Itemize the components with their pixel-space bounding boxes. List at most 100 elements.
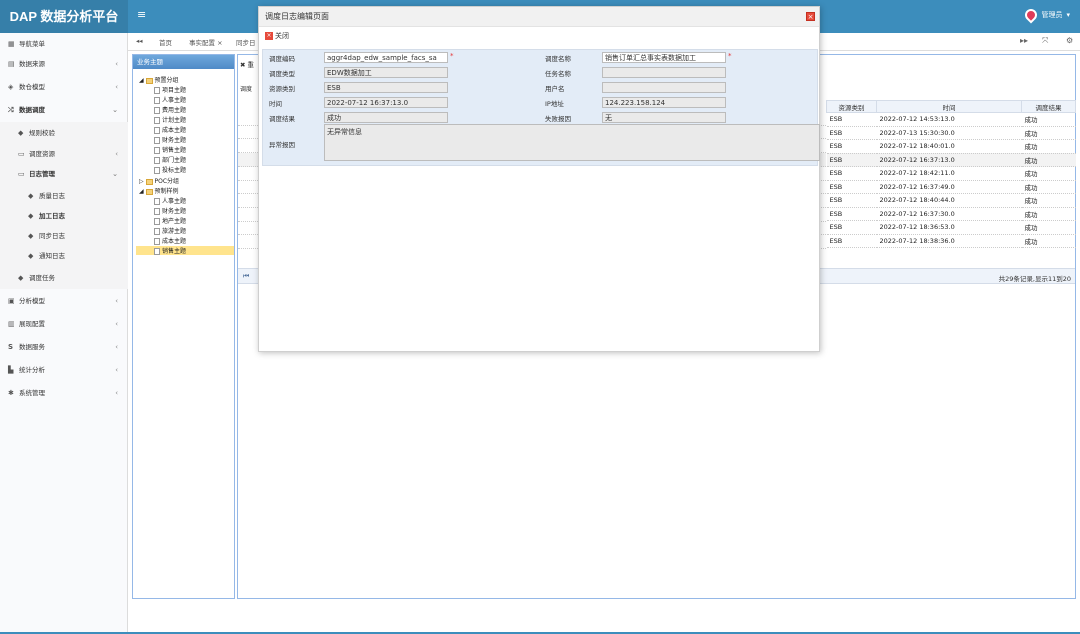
bar-chart-icon: ▙: [8, 366, 14, 374]
folder-icon: [145, 188, 153, 195]
table-row[interactable]: ESB 2022-07-12 14:53:13.0 成功: [826, 112, 1076, 127]
sidebar-item-log-management[interactable]: ▭ 日志管理 ⌄: [0, 163, 128, 185]
tree-node-label: 地产主题: [162, 218, 187, 225]
sidebar-item-data-source[interactable]: ▤ 数据来源 ‹: [0, 53, 128, 75]
table-row[interactable]: ESB 2022-07-12 18:36:53.0 成功: [826, 220, 1076, 235]
result-field[interactable]: 成功: [324, 112, 448, 123]
cell-time: 2022-07-13 15:30:30.0: [876, 126, 1022, 140]
sidebar-item-notify-log[interactable]: ◆ 通知日志: [0, 245, 128, 267]
task-field[interactable]: [602, 67, 726, 78]
tree-node-label: 财务主题: [162, 137, 187, 144]
sidebar-item-system[interactable]: ✱ 系统管理 ‹: [0, 382, 128, 404]
column-header[interactable]: 调度结果: [1021, 100, 1076, 113]
tree-node[interactable]: 财务主题: [154, 135, 186, 144]
sidebar-item-sync-log[interactable]: ◆ 同步日志: [0, 225, 128, 247]
fail-reason-field[interactable]: 无: [602, 112, 726, 123]
document-icon: [154, 97, 160, 104]
sidebar-item-processing-log[interactable]: ◆ 加工日志: [0, 205, 128, 227]
tree-node[interactable]: 人事主题: [154, 196, 186, 205]
sidebar-item-schedule-task[interactable]: ◆ 调度任务: [0, 267, 128, 289]
tree-node-group[interactable]: ◢ 预制样例: [139, 186, 179, 195]
tag-icon: ◆: [28, 212, 34, 220]
ip-label: IP地址: [545, 100, 564, 108]
sidebar-item-data-service[interactable]: S 数据服务 ‹: [0, 336, 128, 358]
table-row[interactable]: ESB 2022-07-12 16:37:13.0 成功: [826, 153, 1076, 167]
resource-field[interactable]: ESB: [324, 82, 448, 93]
tab-sync[interactable]: 同步日: [236, 37, 256, 47]
table-row[interactable]: ESB 2022-07-12 16:37:49.0 成功: [826, 180, 1076, 194]
cell-type: ESB: [826, 193, 877, 208]
grid-tab[interactable]: ✖ 重: [240, 59, 254, 69]
document-icon: [154, 167, 160, 174]
sidebar-item-scheduling[interactable]: ⤮ 数据调度 ⌄: [0, 99, 128, 121]
sidebar-item-schedule-resource[interactable]: ▭ 调度资源 ‹: [0, 143, 128, 165]
fullscreen-icon[interactable]: ⤧: [1042, 36, 1048, 46]
tree-node[interactable]: 费用主题: [154, 105, 186, 114]
close-icon[interactable]: ×: [806, 12, 815, 21]
tree-node[interactable]: 项目主题: [154, 85, 186, 94]
sidebar-item-statistics[interactable]: ▙ 统计分析 ‹: [0, 359, 128, 381]
tree-node-group[interactable]: ◢ 预置分组: [139, 75, 179, 84]
tree-node[interactable]: 成本主题: [154, 125, 186, 134]
column-header[interactable]: 时间: [876, 100, 1022, 113]
column-header[interactable]: 资源类别: [826, 100, 877, 113]
type-label: 调度类型: [269, 70, 295, 78]
tree-node[interactable]: 地产主题: [154, 216, 186, 225]
error-textarea[interactable]: 无异常信息: [324, 124, 820, 161]
sidebar-item-display-config[interactable]: ▥ 展现配置 ‹: [0, 313, 128, 335]
time-field[interactable]: 2022-07-12 16:37:13.0: [324, 97, 448, 108]
document-icon: [154, 238, 160, 245]
type-field[interactable]: EDW数据加工: [324, 67, 448, 78]
sidebar-item-label: 调度资源: [29, 150, 55, 158]
folder-icon: [145, 77, 153, 84]
tag-icon: ◆: [18, 274, 24, 282]
tab-scroll-right-icon[interactable]: ▸▸: [1020, 36, 1028, 45]
table-row[interactable]: ESB 2022-07-12 16:37:30.0 成功: [826, 207, 1076, 221]
tree-node-selected[interactable]: 销售主题: [136, 246, 234, 255]
tree-node-group[interactable]: ▷ POC分组: [139, 176, 179, 185]
tree-node-label: 成本主题: [162, 127, 187, 134]
fail-reason-label: 失败报因: [545, 115, 571, 123]
sidebar-item-analysis-model[interactable]: ▣ 分析模型 ‹: [0, 290, 128, 312]
table-row[interactable]: ESB 2022-07-12 18:38:36.0 成功: [826, 234, 1076, 248]
code-field[interactable]: aggr4dap_edw_sample_facs_sa: [324, 52, 448, 63]
tree-node[interactable]: 投标主题: [154, 165, 186, 174]
tree-node-label: 销售主题: [162, 147, 187, 154]
grid-toolbar-label: 调度: [240, 86, 253, 93]
tree-node[interactable]: 计划主题: [154, 115, 186, 124]
tab-fact-config[interactable]: 事实配置 ×: [189, 37, 223, 47]
table-row[interactable]: ESB 2022-07-12 18:42:11.0 成功: [826, 166, 1076, 181]
close-button[interactable]: × 关闭: [265, 32, 289, 40]
document-icon: [154, 157, 160, 164]
table-row[interactable]: ESB 2022-07-12 18:40:44.0 成功: [826, 193, 1076, 208]
cell-time: 2022-07-12 16:37:30.0: [876, 207, 1022, 221]
table-row[interactable]: ESB 2022-07-13 15:30:30.0 成功: [826, 126, 1076, 140]
tree-node[interactable]: 部门主题: [154, 155, 186, 164]
chevron-down-icon: ▾: [1066, 11, 1070, 19]
sidebar-item-warehouse-model[interactable]: ◈ 数仓模型 ‹: [0, 76, 128, 98]
document-icon: [154, 218, 160, 225]
user-field[interactable]: [602, 82, 726, 93]
tab-home[interactable]: 首页: [159, 37, 172, 47]
tree-node[interactable]: 财务主题: [154, 206, 186, 215]
name-field[interactable]: 销售订单汇总事实表数据加工: [602, 52, 726, 63]
first-page-icon[interactable]: ⏮: [243, 272, 249, 281]
settings-icon[interactable]: ⚙: [1066, 36, 1073, 45]
document-icon: [154, 208, 160, 215]
user-menu[interactable]: 管理员 ▾: [1022, 6, 1070, 24]
app-logo-title[interactable]: DAP 数据分析平台: [0, 0, 128, 33]
tree-node[interactable]: 成本主题: [154, 236, 186, 245]
sidebar-item-rule-check[interactable]: ◆ 规则校验: [0, 122, 128, 144]
ip-field[interactable]: 124.223.158.124: [602, 97, 726, 108]
tree-node[interactable]: 人事主题: [154, 95, 186, 104]
cell-type: ESB: [826, 166, 877, 181]
sidebar-item-quality-log[interactable]: ◆ 质量日志: [0, 185, 128, 207]
sidebar-item-label: 同步日志: [39, 232, 65, 240]
cell-result: 成功: [1021, 166, 1076, 181]
table-row[interactable]: ESB 2022-07-12 18:40:01.0 成功: [826, 139, 1076, 154]
menu-toggle-icon[interactable]: ≡: [137, 8, 146, 21]
tree-node[interactable]: 旅游主题: [154, 226, 186, 235]
cell-result: 成功: [1021, 180, 1076, 194]
tab-scroll-left-icon[interactable]: ◂◂: [136, 37, 143, 45]
tree-node[interactable]: 销售主题: [154, 145, 186, 154]
